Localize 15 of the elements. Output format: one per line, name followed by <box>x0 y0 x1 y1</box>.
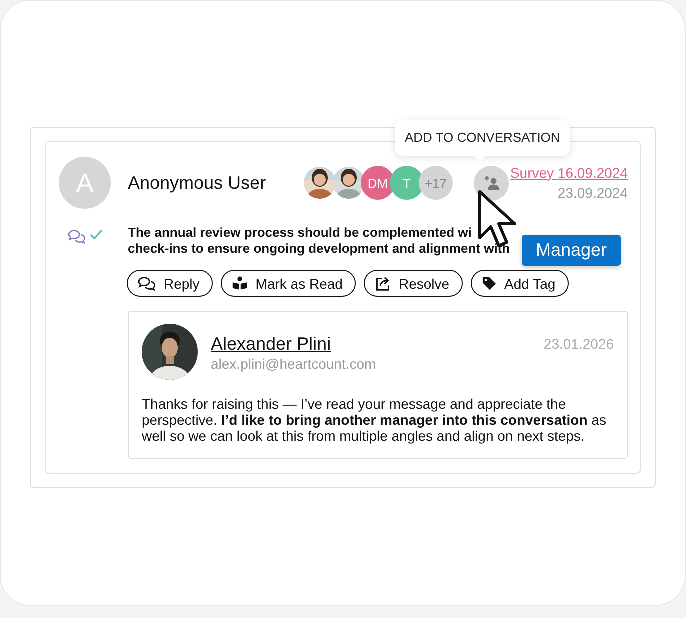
reply-date: 23.01.2026 <box>544 336 614 352</box>
action-button[interactable]: Reply <box>127 270 213 297</box>
action-button[interactable]: Add Tag <box>470 270 569 297</box>
author-name: Anonymous User <box>128 172 268 194</box>
participant-avatar: T <box>390 166 424 200</box>
participant-avatar: DM <box>361 166 395 200</box>
action-button[interactable]: Resolve <box>364 270 463 297</box>
participant-count: +17 <box>419 166 453 200</box>
user-name-link[interactable]: Alexander Plini <box>211 334 376 355</box>
user-email: alex.plini@heartcount.com <box>211 356 376 372</box>
mention-badge: Manager <box>522 235 622 266</box>
action-button[interactable]: Mark as Read <box>220 270 356 297</box>
message-date: 23.09.2024 <box>558 185 628 201</box>
message-text: The annual review process should be complemented wi <box>128 225 472 241</box>
reply-text: Thanks for raising this — I’ve read your message and appreciate the perspective. I’d like to bring another manager into this conversation as well so we can look at this from multiple angles and align on next steps. <box>142 396 608 444</box>
